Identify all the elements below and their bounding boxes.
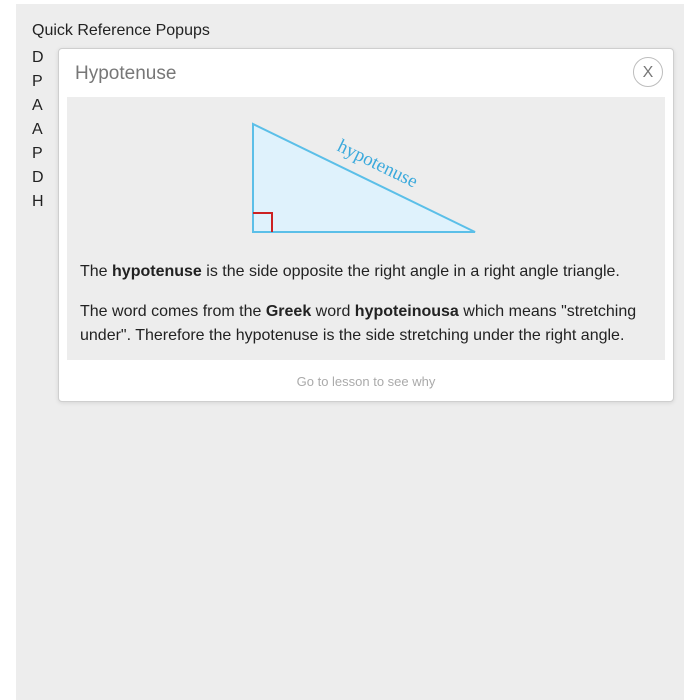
reference-list: D P A A P D H [32,46,44,214]
text-span: is the side opposite the right angle in … [201,263,620,280]
page-title: Quick Reference Popups [32,22,210,39]
lesson-link[interactable]: Go to lesson to see why [59,374,673,389]
bold-term: hypoteinousa [354,303,459,320]
text-span: The [80,263,113,280]
right-triangle [252,122,476,233]
definition-paragraph: The hypotenuse is the side opposite the … [80,260,652,284]
popup-content: hypotenuse The hypotenuse is the side op… [67,97,665,360]
list-item[interactable]: P [32,142,44,166]
list-item[interactable]: A [32,118,44,142]
popup-dialog: Hypotenuse X hypotenuse The hypotenuse i… [58,48,674,402]
list-item[interactable]: H [32,190,44,214]
popup-title: Hypotenuse [75,63,177,84]
triangle-diagram: hypotenuse [252,122,476,233]
list-item[interactable]: D [32,166,44,190]
bold-term: hypotenuse [112,263,202,280]
etymology-paragraph: The word comes from the Greek word hypot… [80,300,652,348]
close-button[interactable]: X [633,57,663,87]
page-background: Quick Reference Popups D P A A P D H Hyp… [16,4,684,700]
list-item[interactable]: D [32,46,44,70]
text-span: The word comes from the [80,303,266,320]
list-item[interactable]: P [32,70,44,94]
bold-term: Greek [265,303,312,320]
text-span: word [311,303,355,320]
list-item[interactable]: A [32,94,44,118]
